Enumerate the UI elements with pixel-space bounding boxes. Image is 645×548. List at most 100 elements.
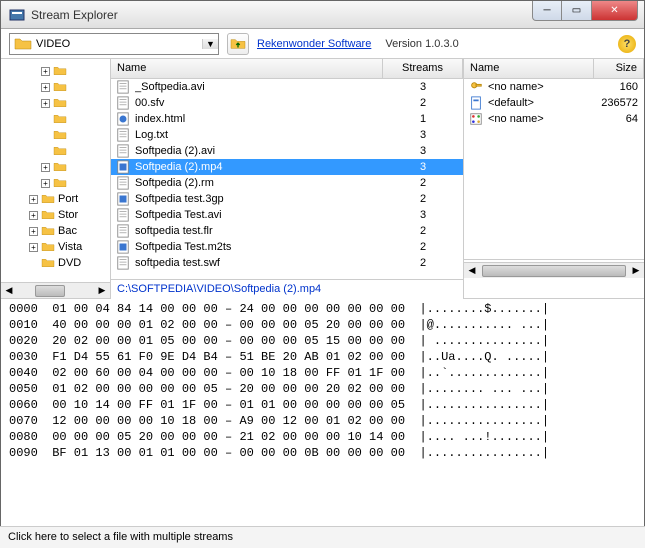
maximize-button[interactable]: ▭: [562, 1, 592, 21]
main-panes: ++++++Port+Stor+Bac+VistaDVD ◀ ▶ Name St…: [1, 59, 644, 299]
tree-scrollbar[interactable]: ◀ ▶: [1, 282, 110, 298]
scroll-thumb[interactable]: [482, 265, 626, 277]
scroll-right-icon[interactable]: ▶: [628, 265, 644, 276]
tree-item[interactable]: [1, 127, 110, 143]
tree-item[interactable]: +Stor: [1, 207, 110, 223]
tree-expander[interactable]: +: [41, 67, 50, 76]
folder-icon: [53, 113, 67, 125]
version-label: Version 1.0.3.0: [385, 38, 458, 50]
tree-label: Vista: [58, 241, 82, 253]
toolbar: VIDEO ▼ Rekenwonder Software Version 1.0…: [1, 29, 644, 59]
file-icon: [115, 208, 131, 222]
file-streams: 3: [383, 81, 463, 93]
titlebar: Stream Explorer ─ ▭ ✕: [1, 1, 644, 29]
tree-expander[interactable]: +: [41, 83, 50, 92]
stream-icon: [468, 96, 484, 110]
tree-expander[interactable]: +: [29, 211, 38, 220]
file-row[interactable]: Softpedia (2).avi3: [111, 143, 463, 159]
tree-expander[interactable]: +: [41, 179, 50, 188]
up-folder-button[interactable]: [227, 33, 249, 55]
file-icon: [115, 224, 131, 238]
folder-icon: [53, 129, 67, 141]
file-row[interactable]: _Softpedia.avi3: [111, 79, 463, 95]
tree-expander[interactable]: +: [29, 227, 38, 236]
stream-name: <no name>: [488, 81, 594, 93]
file-icon: [115, 240, 131, 254]
folder-icon: [14, 36, 32, 52]
stream-row[interactable]: <default>236572: [464, 95, 644, 111]
tree-item[interactable]: +: [1, 63, 110, 79]
file-row[interactable]: Softpedia test.3gp2: [111, 191, 463, 207]
folder-icon: [41, 209, 55, 221]
stream-row[interactable]: <no name>160: [464, 79, 644, 95]
scroll-thumb[interactable]: [35, 285, 65, 297]
close-button[interactable]: ✕: [592, 1, 638, 21]
stream-row[interactable]: <no name>64: [464, 111, 644, 127]
file-icon: [115, 96, 131, 110]
help-button[interactable]: ?: [618, 35, 636, 53]
minimize-button[interactable]: ─: [532, 1, 562, 21]
window-buttons: ─ ▭ ✕: [532, 1, 644, 21]
tree-item[interactable]: [1, 111, 110, 127]
folder-icon: [53, 81, 67, 93]
file-name: 00.sfv: [135, 97, 383, 109]
scroll-left-icon[interactable]: ◀: [464, 265, 480, 276]
tree-item[interactable]: [1, 143, 110, 159]
tree-expander[interactable]: +: [29, 243, 38, 252]
tree-item[interactable]: +Port: [1, 191, 110, 207]
file-name: softpedia test.flr: [135, 225, 383, 237]
stream-list-header: Name Size: [464, 59, 644, 79]
column-streams[interactable]: Streams: [383, 59, 463, 78]
file-row[interactable]: index.html1: [111, 111, 463, 127]
stream-name: <default>: [488, 97, 594, 109]
file-streams: 1: [383, 113, 463, 125]
file-row[interactable]: Softpedia (2).mp43: [111, 159, 463, 175]
folder-icon: [41, 193, 55, 205]
folder-icon: [41, 257, 55, 269]
tree-item[interactable]: +: [1, 95, 110, 111]
tree-expander[interactable]: +: [29, 195, 38, 204]
tree-item[interactable]: DVD: [1, 255, 110, 271]
window-title: Stream Explorer: [31, 8, 532, 22]
file-icon: [115, 144, 131, 158]
path-combo[interactable]: VIDEO ▼: [9, 33, 219, 55]
tree-expander[interactable]: +: [41, 99, 50, 108]
tree-item[interactable]: +: [1, 159, 110, 175]
stream-scrollbar[interactable]: ◀ ▶: [464, 262, 644, 278]
tree-item[interactable]: +: [1, 175, 110, 191]
file-icon: [115, 112, 131, 126]
column-stream-size[interactable]: Size: [594, 59, 644, 78]
path-combo-text: VIDEO: [36, 38, 202, 50]
folder-tree[interactable]: ++++++Port+Stor+Bac+VistaDVD ◀ ▶: [1, 59, 111, 298]
file-list-header: Name Streams: [111, 59, 463, 79]
tree-item[interactable]: +Bac: [1, 223, 110, 239]
tree-expander[interactable]: +: [41, 163, 50, 172]
scroll-right-icon[interactable]: ▶: [94, 285, 110, 296]
file-row[interactable]: softpedia test.swf2: [111, 255, 463, 271]
stream-icon: [468, 80, 484, 94]
stream-icon: [468, 112, 484, 126]
scroll-left-icon[interactable]: ◀: [1, 285, 17, 296]
file-name: Log.txt: [135, 129, 383, 141]
file-row[interactable]: Softpedia (2).rm2: [111, 175, 463, 191]
file-name: Softpedia (2).mp4: [135, 161, 383, 173]
file-streams: 2: [383, 241, 463, 253]
hex-viewer[interactable]: 0000 01 00 04 84 14 00 00 00 – 24 00 00 …: [1, 299, 644, 499]
vendor-link[interactable]: Rekenwonder Software: [257, 38, 371, 50]
file-row[interactable]: Log.txt3: [111, 127, 463, 143]
folder-icon: [41, 241, 55, 253]
status-bar[interactable]: Click here to select a file with multipl…: [0, 526, 645, 548]
file-row[interactable]: softpedia test.flr2: [111, 223, 463, 239]
tree-item[interactable]: + Vista: [1, 239, 110, 255]
tree-item[interactable]: +: [1, 79, 110, 95]
column-stream-name[interactable]: Name: [464, 59, 594, 78]
file-row[interactable]: Softpedia Test.m2ts2: [111, 239, 463, 255]
file-streams: 3: [383, 161, 463, 173]
file-name: Softpedia Test.avi: [135, 209, 383, 221]
file-row[interactable]: Softpedia Test.avi3: [111, 207, 463, 223]
file-streams: 3: [383, 129, 463, 141]
file-row[interactable]: 00.sfv2: [111, 95, 463, 111]
column-name[interactable]: Name: [111, 59, 383, 78]
chevron-down-icon[interactable]: ▼: [202, 39, 218, 49]
folder-icon: [53, 145, 67, 157]
